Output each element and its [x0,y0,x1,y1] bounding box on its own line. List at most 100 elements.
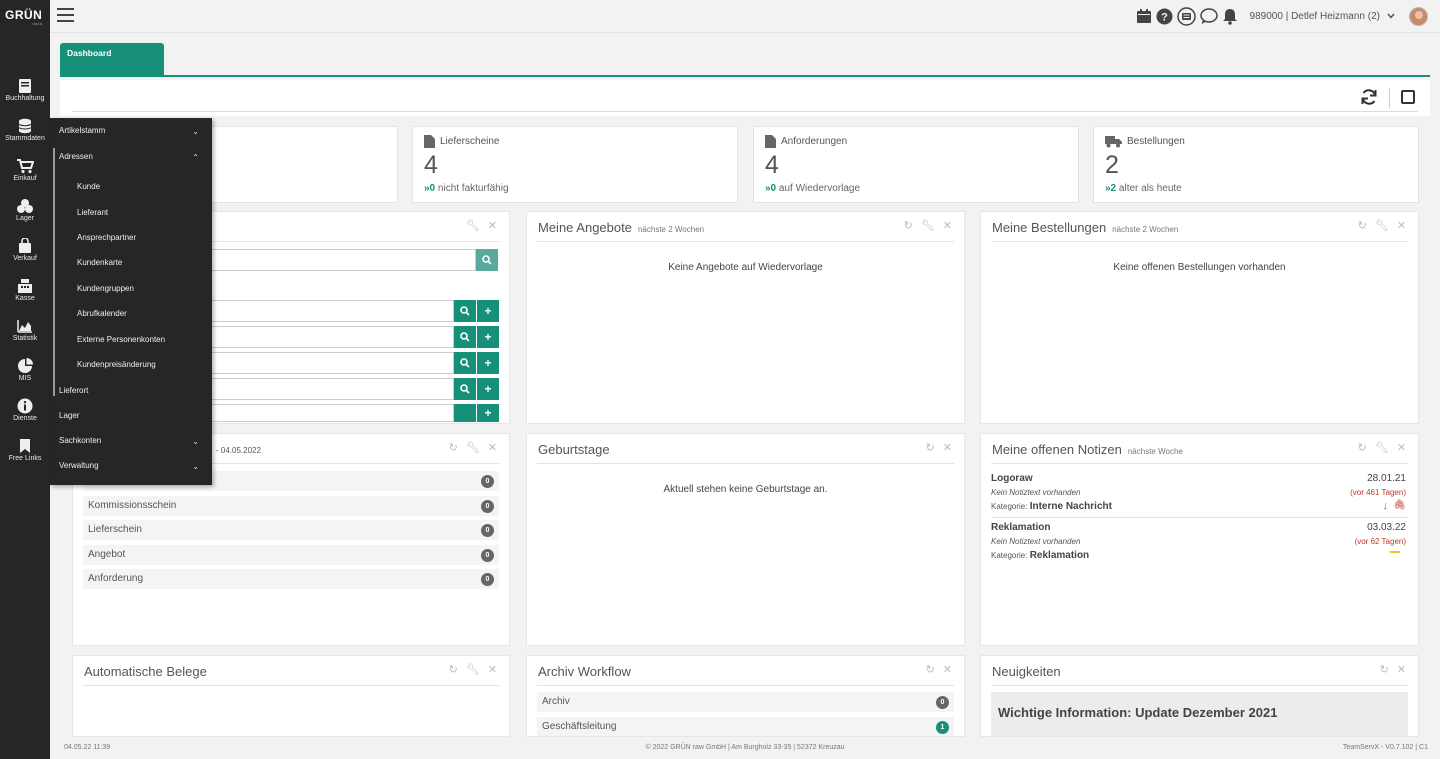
wrench-icon[interactable]: 🔧︎ [466,665,480,676]
chevron-down-icon: ⌄ [192,127,199,136]
ledger-icon [19,79,31,93]
stat-card-bestellungen[interactable]: Bestellungen 2 »2 alter als heute [1093,126,1419,203]
note-title[interactable]: Reklamation [991,522,1050,533]
list-item[interactable]: Kommissionsschein 0 [83,496,499,516]
sidebar-item-statistik[interactable]: Statistik [0,318,50,358]
close-icon[interactable]: ✕ [943,665,952,676]
menu-item-ansprechpartner[interactable]: Ansprechpartner [77,233,202,249]
refresh-icon[interactable]: ↻ [1380,665,1389,676]
lookup-search-button-2[interactable] [454,326,476,348]
close-icon[interactable]: ✕ [943,221,952,232]
sidebar-item-einkauf[interactable]: Einkauf [0,158,50,198]
chat-icon[interactable] [1199,7,1218,25]
shopping-bag-icon [19,238,31,253]
sidebar-item-kasse[interactable]: Kasse [0,278,50,318]
help-icon[interactable]: ? [1156,8,1173,25]
menu-item-lager[interactable]: Lager [59,411,202,427]
lookup-search-button-3[interactable] [454,352,476,374]
menu-item-kundenpreisaenderung[interactable]: Kundenpreisänderung [77,360,202,376]
sidebar-item-stammdaten[interactable]: Stammdaten [0,118,50,158]
fullscreen-icon[interactable] [1401,90,1415,104]
sidebar-item-free-links[interactable]: Free Links [0,438,50,478]
sidebar-item-mis[interactable]: MIS [0,358,50,398]
note-title[interactable]: Logoraw [991,473,1033,484]
refresh-icon[interactable]: ↻ [1358,443,1367,454]
logo[interactable]: GRÜN data [5,8,42,26]
search-icon [460,358,470,368]
menu-item-sachkonten[interactable]: Sachkonten ⌄ [59,436,202,452]
sidebar-item-buchhaltung[interactable]: Buchhaltung [0,78,50,118]
search-button[interactable] [476,249,498,271]
lookup-search-button-1[interactable] [454,300,476,322]
search-icon [482,255,492,265]
note-age: (vor 461 Tagen) [1350,488,1406,497]
stat-card-lieferscheine[interactable]: Lieferscheine 4 »0 nicht fakturfähig [412,126,738,203]
sidebar-item-verkauf[interactable]: Verkauf [0,238,50,278]
chevron-down-icon[interactable] [1387,13,1395,19]
chevron-down-icon: ⌄ [192,437,199,446]
list-item[interactable]: Lieferschein 0 [83,520,499,540]
panel-title: Automatische Belege [84,664,207,679]
menu-item-kundenkarte[interactable]: Kundenkarte [77,258,202,274]
lookup-search-button-4[interactable] [454,378,476,400]
menu-item-lieferort[interactable]: Lieferort [59,386,202,402]
arrow-down-icon[interactable]: ↓ [1383,500,1389,512]
sidebar-item-lager[interactable]: Lager [0,198,50,238]
menu-item-verwaltung[interactable]: Verwaltung ⌄ [59,461,202,477]
menu-item-lieferant[interactable]: Lieferant [77,208,202,224]
empty-message: Keine offenen Bestellungen vorhanden [1113,262,1286,273]
add-button-2[interactable]: + [477,326,499,348]
paperclip-icon[interactable]: 🖇︎ [1393,500,1406,511]
refresh-icon[interactable]: ↻ [1358,221,1367,232]
list-item[interactable]: Anforderung 0 [83,569,499,589]
close-icon[interactable]: ✕ [488,665,497,676]
close-icon[interactable]: ✕ [943,443,952,454]
close-icon[interactable]: ✕ [1397,221,1406,232]
refresh-icon[interactable]: ↻ [449,443,458,454]
user-menu[interactable]: 989000 | Detlef Heizmann (2) [1250,11,1380,22]
avatar[interactable] [1409,6,1428,26]
note-age: (vor 62 Tagen) [1354,537,1406,546]
menu-item-kunde[interactable]: Kunde [77,182,202,198]
wrench-icon[interactable]: 🔧︎ [466,443,480,454]
add-button-5[interactable]: + [477,404,499,422]
list-item[interactable]: Archiv 0 [537,692,954,712]
lookup-search-button-5[interactable] [454,404,476,422]
add-button-1[interactable]: + [477,300,499,322]
tab-dashboard[interactable]: Dashboard [60,43,164,77]
wrench-icon[interactable]: 🔧︎ [1375,443,1389,454]
wrench-icon[interactable]: 🔧︎ [1375,221,1389,232]
add-button-4[interactable]: + [477,378,499,400]
scroll-indicator[interactable] [53,148,55,396]
wrench-icon[interactable]: 🔧︎ [921,221,935,232]
close-icon[interactable]: ✕ [1397,443,1406,454]
wrench-icon[interactable]: 🔧︎ [466,221,480,232]
news-headline[interactable]: Wichtige Information: Update Dezember 20… [991,692,1408,736]
menu-toggle-icon[interactable] [57,8,74,22]
add-button-3[interactable]: + [477,352,499,374]
close-icon[interactable]: ✕ [488,443,497,454]
refresh-icon[interactable]: ↻ [926,665,935,676]
list-icon[interactable] [1176,6,1196,26]
menu-item-adressen[interactable]: Adressen ⌃ [59,152,202,168]
close-icon[interactable]: ✕ [1397,665,1406,676]
panel-geburtstage: Geburtstage ↻ ✕ Aktuell stehen keine Gebu… [526,433,965,646]
sidebar-item-dienste[interactable]: Dienste [0,398,50,438]
list-item[interactable]: Angebot 0 [83,545,499,565]
refresh-icon[interactable]: ↻ [449,665,458,676]
menu-item-kundengruppen[interactable]: Kundengruppen [77,284,202,300]
refresh-icon[interactable] [1360,88,1378,106]
stat-card-anforderungen[interactable]: Anforderungen 4 »0 auf Wiedervorlage [753,126,1079,203]
menu-item-artikelstamm[interactable]: Artikelstamm ⌄ [59,126,202,142]
refresh-icon[interactable]: ↻ [926,443,935,454]
list-item[interactable]: Geschäftsleitung 1 [537,717,954,736]
close-icon[interactable]: ✕ [488,221,497,232]
menu-item-externe-personenkonten[interactable]: Externe Personenkonten [77,335,202,351]
bell-icon[interactable] [1222,8,1238,25]
panel-archiv-workflow: Archiv Workflow ↻ ✕ Archiv 0 Geschäftsleit… [526,655,965,737]
refresh-icon[interactable]: ↻ [904,221,913,232]
document-icon [424,135,435,148]
stammdaten-flyout-menu: Artikelstamm ⌄ Adressen ⌃ Kunde Lieferant … [50,118,212,485]
calendar-icon[interactable] [1136,8,1152,24]
menu-item-abrufkalender[interactable]: Abrufkalender [77,309,202,325]
